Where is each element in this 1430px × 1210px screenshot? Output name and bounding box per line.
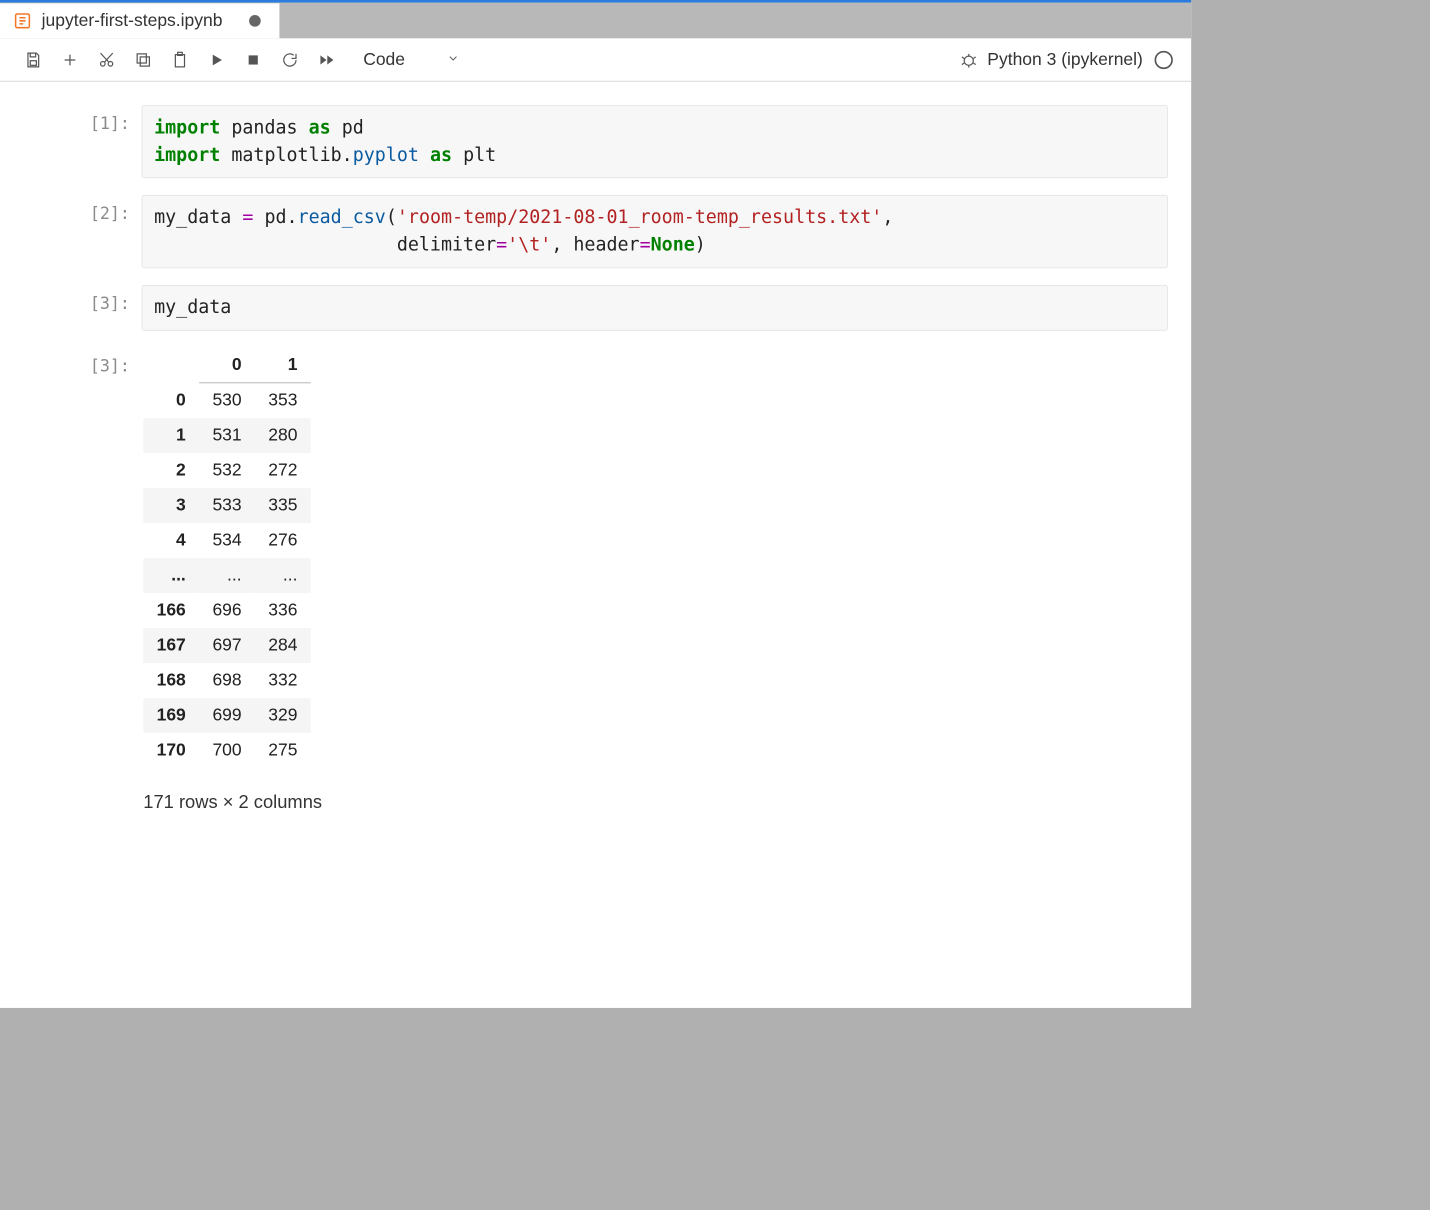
table-row: 169699329 <box>143 698 311 733</box>
restart-button[interactable] <box>272 41 309 78</box>
cut-button[interactable] <box>88 41 125 78</box>
row-index: 1 <box>143 418 199 453</box>
row-index: 169 <box>143 698 199 733</box>
bug-icon[interactable] <box>951 41 988 78</box>
row-index: 166 <box>143 593 199 628</box>
cell-value: 532 <box>199 453 255 488</box>
tab-bar: jupyter-first-steps.ipynb <box>0 0 1191 38</box>
cell-output: [3]: 01 05303531531280253227235333354534… <box>0 347 1168 813</box>
chevron-down-icon <box>447 50 460 70</box>
kernel-status-icon[interactable] <box>1155 50 1173 68</box>
table-row: ......... <box>143 558 311 593</box>
table-row: 167697284 <box>143 628 311 663</box>
cell-value: 699 <box>199 698 255 733</box>
notebook-toolbar: Code Python 3 (ipykernel) <box>0 38 1191 81</box>
input-prompt: [3]: <box>0 285 142 331</box>
cell-value: 353 <box>255 383 311 418</box>
cell-value: 335 <box>255 488 311 523</box>
code-input[interactable]: my_data = pd.read_csv('room-temp/2021-08… <box>142 195 1168 268</box>
notebook-body: [1]:import pandas as pd import matplotli… <box>0 82 1191 1008</box>
table-row: 0530353 <box>143 383 311 418</box>
tab-notebook[interactable]: jupyter-first-steps.ipynb <box>0 3 280 38</box>
input-prompt: [1]: <box>0 105 142 178</box>
cell-value: 275 <box>255 733 311 768</box>
cell-value: 332 <box>255 663 311 698</box>
row-index: 0 <box>143 383 199 418</box>
cell-value: 329 <box>255 698 311 733</box>
code-cell[interactable]: [3]:my_data <box>0 285 1168 331</box>
stop-button[interactable] <box>235 41 272 78</box>
save-button[interactable] <box>15 41 52 78</box>
copy-button[interactable] <box>125 41 162 78</box>
cell-value: ... <box>199 558 255 593</box>
notebook-icon <box>13 12 31 30</box>
cell-value: 698 <box>199 663 255 698</box>
cell-value: 284 <box>255 628 311 663</box>
row-index: 4 <box>143 523 199 558</box>
table-row: 166696336 <box>143 593 311 628</box>
row-index: 168 <box>143 663 199 698</box>
table-row: 168698332 <box>143 663 311 698</box>
row-index: ... <box>143 558 199 593</box>
table-row: 4534276 <box>143 523 311 558</box>
tab-filename: jupyter-first-steps.ipynb <box>42 11 223 31</box>
cell-value: 696 <box>199 593 255 628</box>
code-cell[interactable]: [1]:import pandas as pd import matplotli… <box>0 105 1168 178</box>
add-cell-button[interactable] <box>52 41 89 78</box>
dataframe-shape: 171 rows × 2 columns <box>143 791 1168 813</box>
unsaved-indicator-icon <box>249 15 261 27</box>
cell-value: 272 <box>255 453 311 488</box>
paste-button[interactable] <box>162 41 199 78</box>
code-input[interactable]: my_data <box>142 285 1168 331</box>
cell-value: 533 <box>199 488 255 523</box>
cell-value: 697 <box>199 628 255 663</box>
table-row: 170700275 <box>143 733 311 768</box>
row-index: 167 <box>143 628 199 663</box>
column-header: 1 <box>255 347 311 382</box>
cell-value: 531 <box>199 418 255 453</box>
cell-value: ... <box>255 558 311 593</box>
cell-value: 530 <box>199 383 255 418</box>
cell-value: 336 <box>255 593 311 628</box>
cell-value: 276 <box>255 523 311 558</box>
column-header: 0 <box>199 347 255 382</box>
cell-value: 700 <box>199 733 255 768</box>
table-row: 3533335 <box>143 488 311 523</box>
cell-value: 534 <box>199 523 255 558</box>
cell-value: 280 <box>255 418 311 453</box>
output-prompt: [3]: <box>0 347 142 813</box>
code-cell[interactable]: [2]:my_data = pd.read_csv('room-temp/202… <box>0 195 1168 268</box>
row-index: 2 <box>143 453 199 488</box>
table-row: 1531280 <box>143 418 311 453</box>
celltype-select[interactable]: Code <box>355 46 468 73</box>
run-button[interactable] <box>198 41 235 78</box>
dataframe-table: 01 05303531531280253227235333354534276..… <box>143 347 311 768</box>
row-index: 3 <box>143 488 199 523</box>
table-row: 2532272 <box>143 453 311 488</box>
code-input[interactable]: import pandas as pd import matplotlib.py… <box>142 105 1168 178</box>
row-index: 170 <box>143 733 199 768</box>
celltype-label: Code <box>363 50 405 70</box>
fast-forward-button[interactable] <box>308 41 345 78</box>
input-prompt: [2]: <box>0 195 142 268</box>
kernel-name[interactable]: Python 3 (ipykernel) <box>987 50 1143 70</box>
column-header <box>143 347 199 382</box>
